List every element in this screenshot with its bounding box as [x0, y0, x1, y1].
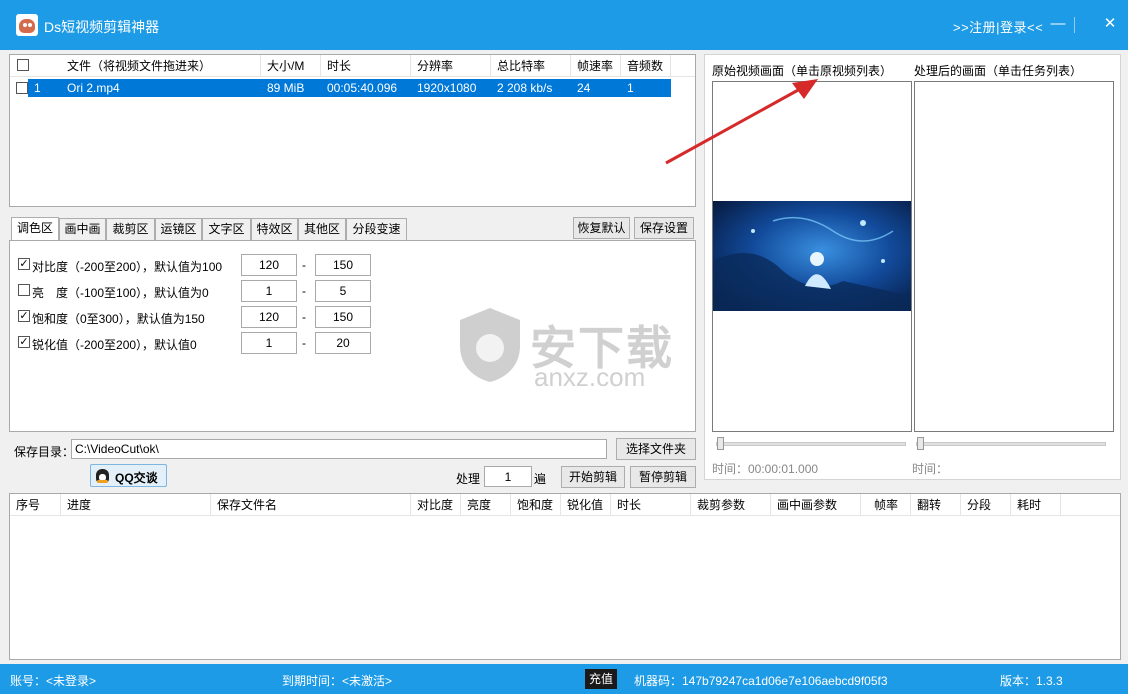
- brightness-to-input[interactable]: 5: [315, 280, 371, 302]
- task-header-brightness[interactable]: 亮度: [461, 494, 511, 516]
- header-file[interactable]: 文件（将视频文件拖进来）: [61, 55, 261, 77]
- header-size[interactable]: 大小/M: [261, 55, 321, 77]
- process-label: 处理: [456, 472, 481, 486]
- task-header-duration[interactable]: 时长: [611, 494, 691, 516]
- header-audio[interactable]: 音频数: [621, 55, 671, 77]
- minimize-icon[interactable]: —: [1048, 14, 1068, 34]
- row-file: Ori 2.mp4: [67, 81, 120, 95]
- start-edit-button[interactable]: 开始剪辑: [561, 466, 625, 488]
- watermark-shield-icon: [456, 306, 524, 384]
- status-bar: 账号：<未登录> 到期时间：<未激活> 充值 机器码：147b79247ca1d…: [0, 664, 1128, 694]
- file-list-panel[interactable]: 文件（将视频文件拖进来） 大小/M 时长 分辨率 总比特率 帧速率 音频数 1 …: [9, 54, 696, 207]
- tab-camera[interactable]: 运镜区: [155, 218, 202, 240]
- processed-seek-slider[interactable]: [916, 442, 1106, 446]
- header-bitrate[interactable]: 总比特率: [491, 55, 571, 77]
- tab-effects[interactable]: 特效区: [251, 218, 298, 240]
- task-header-sharpen[interactable]: 锐化值: [561, 494, 611, 516]
- processed-preview-label[interactable]: 处理后的画面（单击任务列表）: [914, 62, 1082, 79]
- brightness-checkbox[interactable]: [18, 284, 30, 296]
- task-header-progress[interactable]: 进度: [61, 494, 211, 516]
- version-label: 版本：1.3.3: [1000, 674, 1063, 688]
- sharpen-checkbox[interactable]: ✓: [18, 336, 30, 348]
- brightness-from-input[interactable]: 1: [241, 280, 297, 302]
- register-login-link[interactable]: >>注册|登录<<: [953, 17, 1043, 36]
- select-all-checkbox[interactable]: [17, 59, 29, 71]
- contrast-label: 对比度（-200至200），默认值为100: [32, 260, 223, 274]
- tab-text[interactable]: 文字区: [202, 218, 251, 240]
- row-bitrate: 2 208 kb/s: [497, 81, 553, 95]
- file-table-header: 文件（将视频文件拖进来） 大小/M 时长 分辨率 总比特率 帧速率 音频数: [10, 55, 695, 77]
- task-header-filename[interactable]: 保存文件名: [211, 494, 411, 516]
- processed-video-frame[interactable]: [914, 81, 1114, 432]
- tab-segment-speed[interactable]: 分段变速: [346, 218, 407, 240]
- sharpen-label: 锐化值（-200至200），默认值0: [32, 338, 197, 352]
- tab-color[interactable]: 调色区: [11, 217, 59, 241]
- task-header-saturation[interactable]: 饱和度: [511, 494, 561, 516]
- processed-time-label: 时间：: [912, 462, 949, 476]
- close-icon[interactable]: ✕: [1100, 14, 1120, 34]
- table-row[interactable]: 1 Ori 2.mp4 89 MiB 00:05:40.096 1920x108…: [28, 79, 671, 97]
- process-count-input[interactable]: 1: [484, 466, 532, 487]
- process-unit-label: 遍: [534, 472, 547, 486]
- header-resolution[interactable]: 分辨率: [411, 55, 491, 77]
- save-settings-button[interactable]: 保存设置: [634, 217, 694, 239]
- original-seek-slider[interactable]: [716, 442, 906, 446]
- row-checkbox[interactable]: [16, 82, 28, 94]
- video-thumbnail-image: [713, 201, 911, 311]
- task-header-flip[interactable]: 翻转: [911, 494, 961, 516]
- row-audio: 1: [627, 81, 634, 95]
- annotation-arrow-icon: [665, 79, 818, 165]
- title-divider: [1074, 17, 1075, 33]
- pause-edit-button[interactable]: 暂停剪辑: [630, 466, 696, 488]
- original-time-label: 时间：00:00:01.000: [712, 462, 819, 476]
- task-table-header: 序号 进度 保存文件名 对比度 亮度 饱和度 锐化值 时长 裁剪参数 画中画参数…: [10, 494, 1120, 516]
- contrast-checkbox[interactable]: ✓: [18, 258, 30, 270]
- row-resolution: 1920x1080: [417, 81, 477, 95]
- header-fps[interactable]: 帧速率: [571, 55, 621, 77]
- row-size: 89 MiB: [267, 81, 305, 95]
- watermark-domain: anxz.com: [534, 362, 646, 392]
- restore-default-button[interactable]: 恢复默认: [573, 217, 630, 239]
- task-header-pip[interactable]: 画中画参数: [771, 494, 861, 516]
- header-duration[interactable]: 时长: [321, 55, 411, 77]
- qq-chat-label: QQ交谈: [115, 471, 158, 485]
- task-header-fps[interactable]: 帧率: [868, 494, 911, 516]
- saturation-from-input[interactable]: 120: [241, 306, 297, 328]
- save-dir-input[interactable]: C:\VideoCut\ok\: [71, 439, 607, 459]
- recharge-button[interactable]: 充值: [585, 669, 618, 689]
- task-list-panel[interactable]: 序号 进度 保存文件名 对比度 亮度 饱和度 锐化值 时长 裁剪参数 画中画参数…: [9, 493, 1121, 660]
- title-bar: Ds短视频剪辑神器 >>注册|登录<< — ✕: [0, 0, 1128, 50]
- sharpen-from-input[interactable]: 1: [241, 332, 297, 354]
- task-header-crop[interactable]: 裁剪参数: [691, 494, 771, 516]
- app-logo-icon: [16, 14, 38, 36]
- tab-other[interactable]: 其他区: [298, 218, 346, 240]
- qq-penguin-icon: [96, 469, 109, 483]
- sharpen-to-input[interactable]: 20: [315, 332, 371, 354]
- account-status: 账号：<未登录>: [10, 674, 97, 688]
- choose-folder-button[interactable]: 选择文件夹: [616, 438, 696, 460]
- row-fps: 24: [577, 81, 591, 95]
- machine-code: 机器码：147b79247ca1d06e7e106aebcd9f05f3: [634, 674, 888, 688]
- saturation-checkbox[interactable]: ✓: [18, 310, 30, 322]
- contrast-from-input[interactable]: 120: [241, 254, 297, 276]
- saturation-to-input[interactable]: 150: [315, 306, 371, 328]
- tab-pip[interactable]: 画中画: [59, 218, 106, 240]
- row-duration: 00:05:40.096: [327, 81, 398, 95]
- processed-seek-handle[interactable]: [917, 437, 924, 450]
- original-seek-handle[interactable]: [717, 437, 724, 450]
- task-header-segment[interactable]: 分段: [961, 494, 1011, 516]
- contrast-to-input[interactable]: 150: [315, 254, 371, 276]
- tab-crop[interactable]: 裁剪区: [106, 218, 155, 240]
- saturation-label: 饱和度（0至300），默认值为150: [32, 312, 205, 326]
- task-header-contrast[interactable]: 对比度: [411, 494, 461, 516]
- task-header-elapsed[interactable]: 耗时: [1011, 494, 1061, 516]
- task-header-index[interactable]: 序号: [10, 494, 61, 516]
- save-dir-label: 保存目录：: [14, 445, 75, 459]
- expiry-status: 到期时间：<未激活>: [282, 674, 393, 688]
- window-title: Ds短视频剪辑神器: [44, 19, 160, 35]
- brightness-label: 亮 度（-100至100），默认值为0: [32, 286, 209, 300]
- qq-chat-button[interactable]: QQ交谈: [90, 464, 167, 487]
- row-index: 1: [34, 81, 41, 95]
